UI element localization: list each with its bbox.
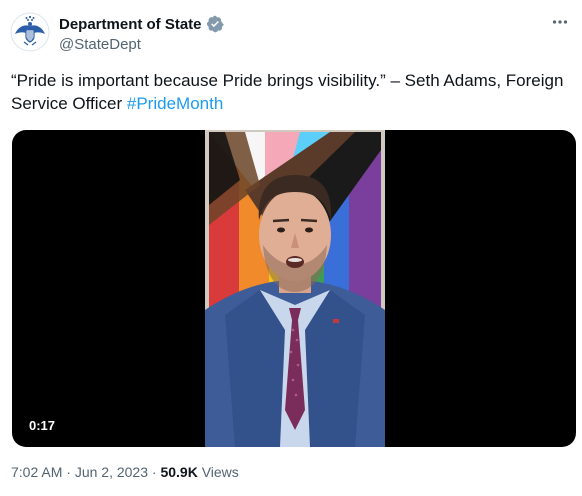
- tweet-meta: 7:02 AM · Jun 2, 2023 · 50.9K Views: [11, 464, 239, 480]
- author-display-name[interactable]: Department of State: [59, 16, 202, 33]
- author-name-row: Department of State: [59, 14, 224, 34]
- author-avatar[interactable]: [10, 12, 50, 52]
- meta-separator: ·: [62, 464, 75, 480]
- verified-badge-icon[interactable]: [206, 15, 224, 33]
- video-frame: [205, 130, 385, 447]
- great-seal-icon: [10, 12, 50, 52]
- video-player[interactable]: 0:17: [12, 130, 576, 447]
- video-duration: 0:17: [24, 416, 61, 435]
- tweet-text-body: “Pride is important because Pride brings…: [11, 71, 564, 113]
- tweet-time[interactable]: 7:02 AM: [11, 464, 62, 480]
- views-count: 50.9K: [160, 464, 198, 480]
- meta-separator-2: ·: [148, 464, 161, 480]
- views-label: Views: [197, 464, 239, 480]
- tweet-card: Department of State @StateDept “Pride is…: [0, 0, 582, 496]
- tweet-date[interactable]: Jun 2, 2023: [75, 464, 148, 480]
- more-options-icon[interactable]: [550, 12, 570, 32]
- author-handle[interactable]: @StateDept: [59, 36, 141, 53]
- tweet-text: “Pride is important because Pride brings…: [11, 69, 566, 115]
- hashtag-link[interactable]: #PrideMonth: [127, 94, 223, 113]
